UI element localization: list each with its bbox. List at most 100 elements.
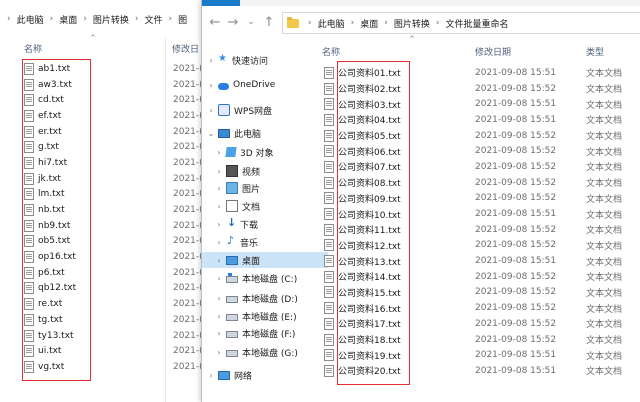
chevron-right-icon[interactable]: › [214,348,224,357]
file-row[interactable]: vg.txt 2021-( [24,359,214,375]
file-row[interactable]: 公司资料07.txt 2021-09-08 15:52 文本文档 [320,159,640,175]
file-row[interactable]: nb9.txt 2021-( [24,218,214,234]
file-row[interactable]: er.txt 2021-( [24,124,214,140]
nav-item[interactable]: › 网络 [202,367,320,383]
forward-arrow-icon[interactable]: → [224,15,242,30]
chevron-right-icon[interactable]: › [214,312,224,321]
file-date: 2021-09-08 15:51 [475,256,557,267]
file-row[interactable]: 公司资料13.txt 2021-09-08 15:51 文本文档 [320,253,640,269]
file-row[interactable]: 公司资料19.txt 2021-09-08 15:51 文本文档 [320,347,640,363]
file-row[interactable]: ob5.txt 2021-( [24,234,214,250]
chevron-right-icon[interactable]: › [214,148,224,157]
file-row[interactable]: 公司资料20.txt 2021-09-08 15:51 文本文档 [320,363,640,379]
file-row[interactable]: tg.txt 2021-( [24,312,214,328]
file-row[interactable]: lm.txt 2021-( [24,187,214,203]
nav-item[interactable]: › 本地磁盘 (G:) [202,344,328,360]
file-row[interactable]: 公司资料02.txt 2021-09-08 15:52 文本文档 [320,81,640,97]
up-arrow-icon[interactable]: ↑ [260,15,278,30]
file-row[interactable]: ui.txt 2021-( [24,343,214,359]
chevron-right-icon[interactable]: › [214,184,224,193]
nav-item[interactable]: ⌄ 此电脑 [202,125,320,141]
nav-item[interactable]: › 音乐 [202,234,328,250]
file-row[interactable]: 公司资料03.txt 2021-09-08 15:51 文本文档 [320,96,640,112]
file-row[interactable]: 公司资料04.txt 2021-09-08 15:51 文本文档 [320,112,640,128]
file-row[interactable]: nb.txt 2021-( [24,202,214,218]
file-row[interactable]: re.txt 2021-( [24,296,214,312]
nav-item[interactable]: › 视频 [202,163,328,179]
file-row[interactable]: 公司资料18.txt 2021-09-08 15:52 文本文档 [320,332,640,348]
file-row[interactable]: jk.txt 2021-( [24,171,214,187]
nav-item[interactable]: › 文档 [202,198,328,214]
back-arrow-icon[interactable]: ← [206,15,224,30]
chevron-down-icon[interactable]: ⌄ [206,129,216,138]
file-row[interactable]: 公司资料11.txt 2021-09-08 15:52 文本文档 [320,222,640,238]
history-dropdown-icon[interactable]: ⌄ [242,17,260,27]
breadcrumb-item[interactable]: 此电脑 [315,17,348,30]
file-row[interactable]: 公司资料15.txt 2021-09-08 15:52 文本文档 [320,285,640,301]
nav-item[interactable]: › 下载 [202,216,328,232]
breadcrumb-item[interactable]: 文件批量重命名 [442,17,511,30]
address-bar[interactable]: › 此电脑 › 桌面 › 图片转换 › 文件批量重命名 [282,12,640,34]
nav-item[interactable]: › 本地磁盘 (D:) [202,290,328,306]
chevron-right-icon[interactable]: › [206,56,216,65]
nav-item[interactable]: › 图片 [202,180,328,196]
chevron-right-icon[interactable]: › [214,167,224,176]
nav-item[interactable]: › 本地磁盘 (E:) [202,308,328,324]
file-row[interactable]: 公司资料05.txt 2021-09-08 15:52 文本文档 [320,128,640,144]
file-date: 2021-( [173,299,203,310]
column-header-name[interactable]: 名称 [322,45,340,58]
file-row[interactable]: cd.txt 2021-( [24,92,214,108]
chevron-right-icon[interactable]: › [214,329,224,338]
chevron-right-icon[interactable]: › [206,371,216,380]
nav-item[interactable]: › OneDrive [202,77,320,93]
nav-item[interactable]: › 3D 对象 [202,144,328,160]
breadcrumb-item[interactable]: 图片转换 [90,13,132,26]
file-row[interactable]: 公司资料01.txt 2021-09-08 15:51 文本文档 [320,65,640,81]
column-header-modified[interactable]: 修改日期 [475,45,511,58]
file-row[interactable]: aw3.txt 2021-( [24,77,214,93]
file-row[interactable]: 公司资料09.txt 2021-09-08 15:52 文本文档 [320,191,640,207]
file-row[interactable]: ab1.txt 2021-( [24,61,214,77]
chevron-right-icon[interactable]: › [214,294,224,303]
nav-item[interactable]: › 桌面 [202,252,328,268]
file-row[interactable]: 公司资料08.txt 2021-09-08 15:52 文本文档 [320,175,640,191]
breadcrumb-item[interactable]: 桌面 [56,13,80,26]
nav-item[interactable]: › 快速访问 [202,52,320,68]
chevron-right-icon[interactable]: › [206,81,216,90]
column-header-name[interactable]: 名称 [24,42,42,55]
file-name: tg.txt [38,314,63,325]
chevron-right-icon[interactable]: › [214,238,224,247]
ribbon-tab-file[interactable] [202,0,240,6]
file-row[interactable]: p6.txt 2021-( [24,265,214,281]
breadcrumb-item[interactable]: 图片转换 [391,17,433,30]
file-row[interactable]: 公司资料10.txt 2021-09-08 15:51 文本文档 [320,206,640,222]
file-row[interactable]: ty13.txt 2021-( [24,328,214,344]
file-row[interactable]: 公司资料06.txt 2021-09-08 15:52 文本文档 [320,143,640,159]
file-row[interactable]: 公司资料12.txt 2021-09-08 15:52 文本文档 [320,238,640,254]
breadcrumb-item[interactable]: 此电脑 [14,13,47,26]
chevron-right-icon[interactable]: › [206,106,216,115]
file-row[interactable]: g.txt 2021-( [24,139,214,155]
file-row[interactable]: op16.txt 2021-( [24,249,214,265]
file-row[interactable]: 公司资料17.txt 2021-09-08 15:52 文本文档 [320,316,640,332]
breadcrumb-item[interactable]: 文件 [141,13,165,26]
column-header-modified[interactable]: 修改日 [172,42,199,55]
file-row[interactable]: ef.txt 2021-( [24,108,214,124]
file-row[interactable]: qb12.txt 2021-( [24,281,214,297]
back-address-bar[interactable]: › 此电脑 › 桌面 › 图片转换 › 文件 › 图 [0,8,215,30]
breadcrumb-item[interactable]: 桌面 [357,17,381,30]
column-header-type[interactable]: 类型 [586,45,604,58]
file-row[interactable]: 公司资料14.txt 2021-09-08 15:52 文本文档 [320,269,640,285]
chevron-right-icon[interactable]: › [214,274,224,283]
breadcrumb-item[interactable]: 图 [175,13,190,26]
file-row[interactable]: hi7.txt 2021-( [24,155,214,171]
chevron-right-icon[interactable]: › [214,256,224,265]
chevron-right-icon[interactable]: › [214,202,224,211]
text-file-icon [324,317,334,330]
nav-item[interactable]: › WPS网盘 [202,102,320,118]
file-date: 2021-09-08 15:52 [475,130,557,141]
nav-item[interactable]: › 本地磁盘 (C:) [202,270,328,286]
chevron-right-icon[interactable]: › [214,220,224,229]
nav-item[interactable]: › 本地磁盘 (F:) [202,325,328,341]
file-row[interactable]: 公司资料16.txt 2021-09-08 15:52 文本文档 [320,300,640,316]
